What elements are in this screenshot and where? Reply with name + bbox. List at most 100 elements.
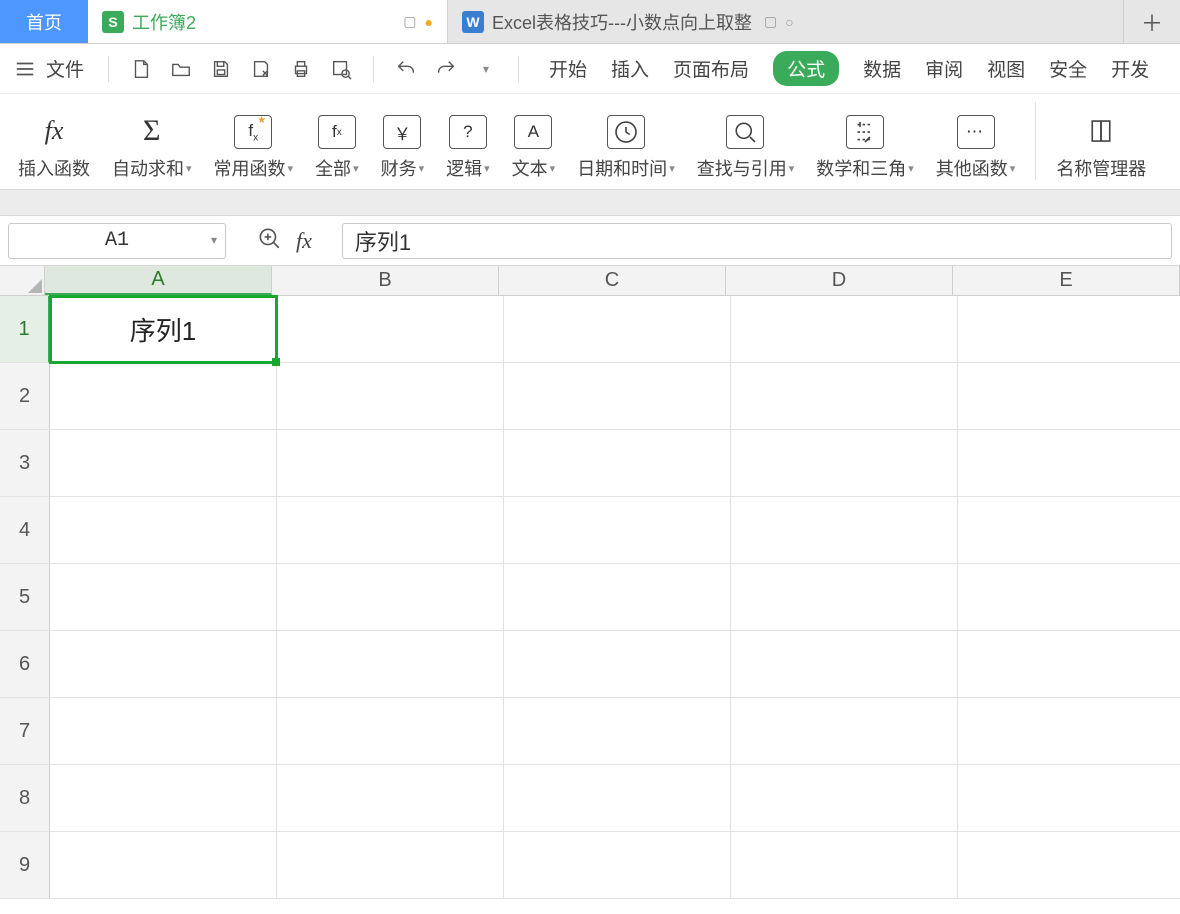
print-preview-button[interactable]	[329, 57, 353, 81]
cell-e7[interactable]	[958, 698, 1180, 765]
chevron-down-icon[interactable]: ▾	[211, 233, 217, 248]
present-mode-icon[interactable]: ▢	[764, 13, 777, 30]
cell-b3[interactable]	[277, 430, 504, 497]
cell-d7[interactable]	[731, 698, 958, 765]
cell-a5[interactable]	[50, 564, 277, 631]
row-header-3[interactable]: 3	[0, 430, 50, 497]
row-header-2[interactable]: 2	[0, 363, 50, 430]
redo-button[interactable]	[434, 57, 458, 81]
ribbon-tab-start[interactable]: 开始	[549, 55, 587, 82]
ribbon-tab-formula[interactable]: 公式	[773, 51, 839, 86]
row-header-8[interactable]: 8	[0, 765, 50, 832]
cell-c5[interactable]	[504, 564, 731, 631]
tab-workbook-active[interactable]: S 工作簿2 ▢ ●	[88, 0, 448, 43]
undo-button[interactable]	[394, 57, 418, 81]
cell-d3[interactable]	[731, 430, 958, 497]
file-menu-button[interactable]: 文件	[14, 55, 84, 82]
trace-button[interactable]	[256, 225, 282, 256]
fx-label-icon[interactable]: fx	[296, 228, 312, 254]
ribbon-tab-developer[interactable]: 开发	[1111, 55, 1149, 82]
ribbon-autosum[interactable]: Σ 自动求和▾	[104, 100, 200, 181]
cell-d6[interactable]	[731, 631, 958, 698]
row-header-9[interactable]: 9	[0, 832, 50, 899]
cell-c8[interactable]	[504, 765, 731, 832]
ribbon-tab-insert[interactable]: 插入	[611, 55, 649, 82]
cell-a2[interactable]	[50, 363, 277, 430]
cell-e3[interactable]	[958, 430, 1180, 497]
cell-d4[interactable]	[731, 497, 958, 564]
cell-c9[interactable]	[504, 832, 731, 899]
row-header-1[interactable]: 1	[0, 296, 50, 363]
ribbon-tab-review[interactable]: 审阅	[925, 55, 963, 82]
cell-a7[interactable]	[50, 698, 277, 765]
cell-c2[interactable]	[504, 363, 731, 430]
column-header-d[interactable]: D	[726, 266, 953, 295]
ribbon-math[interactable]: 数学和三角▾	[808, 100, 922, 181]
ribbon-tab-view[interactable]: 视图	[987, 55, 1025, 82]
cell-c1[interactable]	[504, 296, 731, 363]
add-tab-button[interactable]: ＋	[1124, 0, 1180, 43]
row-header-5[interactable]: 5	[0, 564, 50, 631]
cell-c6[interactable]	[504, 631, 731, 698]
cell-d1[interactable]	[731, 296, 958, 363]
cell-b1[interactable]	[277, 296, 504, 363]
cell-e9[interactable]	[958, 832, 1180, 899]
cell-c3[interactable]	[504, 430, 731, 497]
save-button[interactable]	[209, 57, 233, 81]
ribbon-logical[interactable]: ? 逻辑▾	[438, 100, 498, 181]
ribbon-all-functions[interactable]: fx 全部▾	[307, 100, 367, 181]
cell-b2[interactable]	[277, 363, 504, 430]
cell-a8[interactable]	[50, 765, 277, 832]
select-all-corner[interactable]	[0, 266, 45, 295]
cell-e8[interactable]	[958, 765, 1180, 832]
cell-b9[interactable]	[277, 832, 504, 899]
ribbon-more-functions[interactable]: ⋯ 其他函数▾	[928, 100, 1024, 181]
quick-access-more-button[interactable]: ▾	[474, 57, 498, 81]
row-header-7[interactable]: 7	[0, 698, 50, 765]
cell-e6[interactable]	[958, 631, 1180, 698]
print-button[interactable]	[289, 57, 313, 81]
ribbon-tab-layout[interactable]: 页面布局	[673, 55, 749, 82]
open-file-button[interactable]	[169, 57, 193, 81]
cell-a3[interactable]	[50, 430, 277, 497]
cell-d8[interactable]	[731, 765, 958, 832]
cell-c4[interactable]	[504, 497, 731, 564]
cell-e5[interactable]	[958, 564, 1180, 631]
row-header-6[interactable]: 6	[0, 631, 50, 698]
cell-d5[interactable]	[731, 564, 958, 631]
cell-b6[interactable]	[277, 631, 504, 698]
cell-d2[interactable]	[731, 363, 958, 430]
ribbon-text[interactable]: A 文本▾	[504, 100, 564, 181]
tab-close-hint-icon[interactable]: ○	[785, 14, 793, 30]
cell-e2[interactable]	[958, 363, 1180, 430]
cell-e4[interactable]	[958, 497, 1180, 564]
ribbon-name-manager[interactable]: 名称管理器	[1048, 100, 1154, 181]
cell-b8[interactable]	[277, 765, 504, 832]
cell-d9[interactable]	[731, 832, 958, 899]
present-mode-icon[interactable]: ▢	[403, 13, 416, 30]
formula-input[interactable]: 序列1	[342, 223, 1172, 259]
cell-a1[interactable]: 序列1	[50, 296, 277, 363]
column-header-a[interactable]: A	[45, 266, 272, 295]
tab-document-other[interactable]: W Excel表格技巧---小数点向上取整 ▢ ○	[448, 0, 1124, 43]
row-header-4[interactable]: 4	[0, 497, 50, 564]
name-box[interactable]: A1 ▾	[8, 223, 226, 259]
ribbon-insert-function[interactable]: fx 插入函数	[10, 100, 98, 181]
ribbon-financial[interactable]: ￥ 财务▾	[373, 100, 433, 181]
cell-b7[interactable]	[277, 698, 504, 765]
new-file-button[interactable]	[129, 57, 153, 81]
ribbon-datetime[interactable]: 日期和时间▾	[569, 100, 683, 181]
cell-a4[interactable]	[50, 497, 277, 564]
cell-b4[interactable]	[277, 497, 504, 564]
cell-a9[interactable]	[50, 832, 277, 899]
ribbon-tab-security[interactable]: 安全	[1049, 55, 1087, 82]
cell-c7[interactable]	[504, 698, 731, 765]
column-header-b[interactable]: B	[272, 266, 499, 295]
ribbon-common-functions[interactable]: fx★ 常用函数▾	[206, 100, 302, 181]
cell-a6[interactable]	[50, 631, 277, 698]
cell-b5[interactable]	[277, 564, 504, 631]
ribbon-lookup[interactable]: 查找与引用▾	[689, 100, 803, 181]
tab-home[interactable]: 首页	[0, 0, 88, 43]
save-as-button[interactable]	[249, 57, 273, 81]
ribbon-tab-data[interactable]: 数据	[863, 55, 901, 82]
